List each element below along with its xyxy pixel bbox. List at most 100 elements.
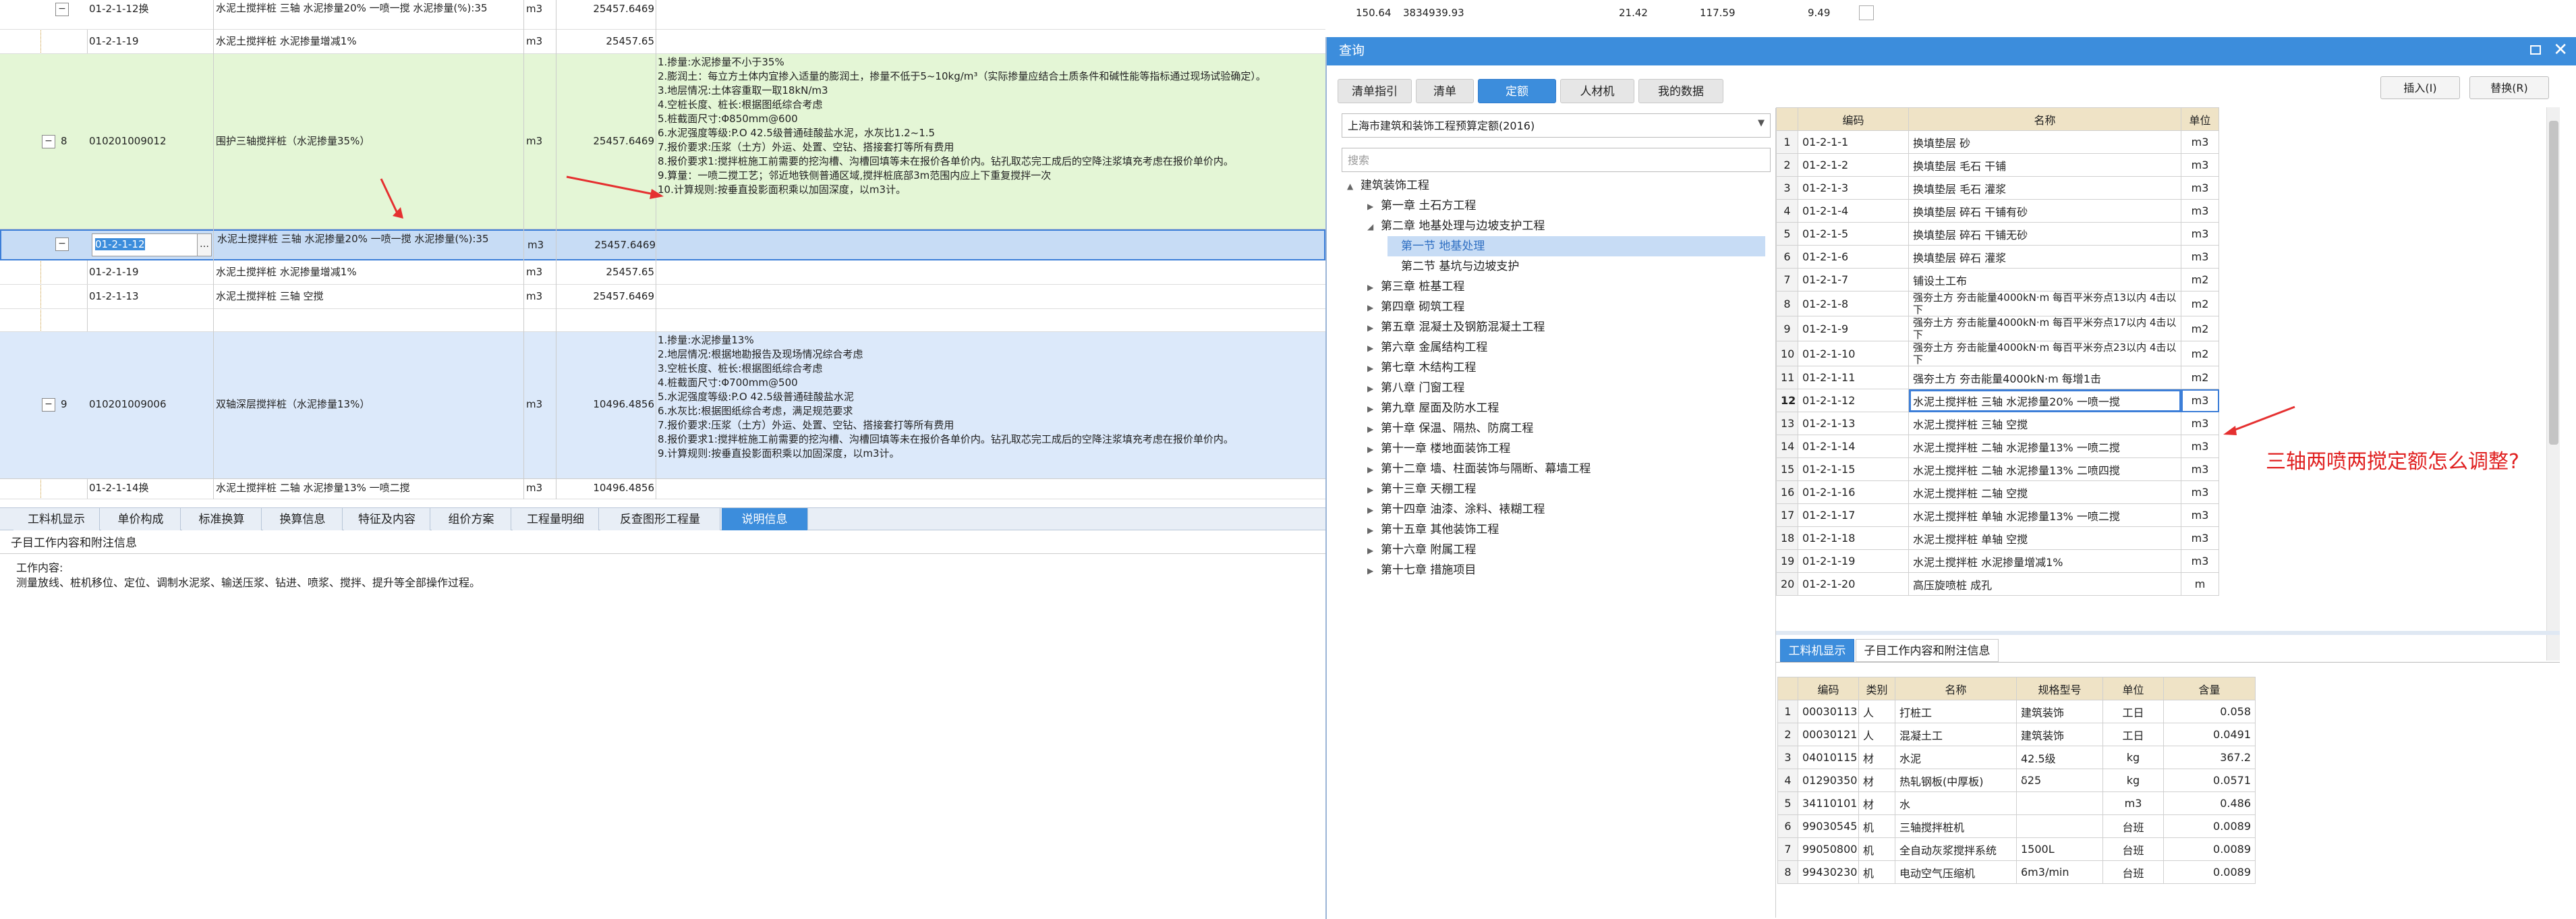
expand-icon[interactable]: ▶ — [1367, 338, 1381, 358]
tab-features[interactable]: 特征及内容 — [344, 508, 430, 531]
tab-labor-material[interactable]: 工料机显示 — [13, 508, 100, 531]
tree-item-ch9[interactable]: ▶ 第九章 屋面及防水工程 — [1367, 398, 1499, 419]
expand-icon[interactable]: ▶ — [1367, 460, 1381, 480]
res-header-qty[interactable]: 含量 — [2163, 677, 2256, 700]
tree-item-ch11[interactable]: ▶ 第十一章 楼地面装饰工程 — [1367, 439, 1510, 460]
expand-icon[interactable]: ▶ — [1367, 419, 1381, 439]
expand-icon[interactable]: ▶ — [1367, 379, 1381, 399]
quota-row[interactable]: 2 01-2-1-2 换填垫层 毛石 干铺 m3 — [1776, 153, 2219, 177]
resource-row[interactable]: 7 99050800 机全自动灰浆搅拌系统 1500L 台班 0.0089 — [1777, 837, 2256, 861]
resource-row[interactable]: 4 01290350 材热轧钢板(中厚板) δ25 kg 0.0571 — [1777, 769, 2256, 792]
expand-icon[interactable]: ▶ — [1367, 540, 1381, 561]
quota-row[interactable]: 9 01-2-1-9 强夯土方 夯击能量4000kN·m 每百平米夯点17以内 4击… — [1776, 316, 2219, 341]
quota-row[interactable]: 7 01-2-1-7 铺设土工布 m2 — [1776, 268, 2219, 291]
tree-item-sec1-selected[interactable]: 第一节 地基处理 — [1387, 236, 1765, 256]
res-header-code[interactable]: 编码 — [1798, 677, 1859, 700]
tree-item-ch8[interactable]: ▶ 第八章 门窗工程 — [1367, 378, 1464, 399]
checkbox[interactable] — [1859, 5, 1874, 20]
dialog-titlebar[interactable]: 查询 ✕ — [1327, 37, 2576, 65]
quota-row[interactable]: 14 01-2-1-14 水泥土搅拌桩 二轴 水泥掺量13% 一喷二搅 m3 — [1776, 435, 2219, 458]
table-row[interactable]: 01-2-1-14换 水泥土搅拌桩 二轴 水泥掺量13% 一喷二搅 m3 104… — [0, 479, 1325, 499]
tab-list-guide[interactable]: 清单指引 — [1338, 79, 1412, 103]
grid-scrollbar[interactable] — [2546, 107, 2560, 661]
tree-item-ch16[interactable]: ▶ 第十六章 附属工程 — [1367, 540, 1476, 561]
expand-icon[interactable]: ◢ — [1367, 217, 1381, 237]
replace-button[interactable]: 替换(R) — [2469, 76, 2549, 99]
expand-icon[interactable]: ▶ — [1367, 439, 1381, 460]
tree-item-ch3[interactable]: ▶ 第三章 桩基工程 — [1367, 277, 1464, 298]
tab-resource-display[interactable]: 工料机显示 — [1780, 639, 1854, 662]
tree-item-ch14[interactable]: ▶ 第十四章 油漆、涂料、裱糊工程 — [1367, 499, 1545, 520]
tree-item-sec2[interactable]: 第二节 基坑与边坡支护 — [1387, 256, 1519, 277]
expand-icon[interactable]: ▶ — [1367, 358, 1381, 379]
quota-row[interactable]: 20 01-2-1-20 高压旋喷桩 成孔 m — [1776, 572, 2219, 596]
quota-row-selected[interactable]: 12 01-2-1-12 水泥土搅拌桩 三轴 水泥掺量20% 一喷一搅 m3 — [1776, 389, 2219, 412]
tree-item-ch5[interactable]: ▶ 第五章 混凝土及钢筋混凝土工程 — [1367, 317, 1545, 338]
res-header-type[interactable]: 类别 — [1858, 677, 1895, 700]
tree-item-ch2[interactable]: ◢ 第二章 地基处理与边坡支护工程 — [1367, 216, 1545, 237]
search-input[interactable]: 搜索 — [1342, 148, 1771, 172]
tab-standard-conversion[interactable]: 标准换算 — [182, 508, 262, 531]
resource-row[interactable]: 8 99430230 机电动空气压缩机 6m3/min 台班 0.0089 — [1777, 860, 2256, 884]
tree-item-root[interactable]: ▲ 建筑装饰工程 — [1347, 175, 1429, 196]
resource-row[interactable]: 3 04010115 材水泥 42.5级 kg 367.2 — [1777, 746, 2256, 769]
tree-item-ch4[interactable]: ▶ 第四章 砌筑工程 — [1367, 297, 1464, 318]
quota-row[interactable]: 11 01-2-1-11 强夯土方 夯击能量4000kN·m 每增1击 m2 — [1776, 366, 2219, 389]
quota-row[interactable]: 8 01-2-1-8 强夯土方 夯击能量4000kN·m 每百平米夯点13以内 4击… — [1776, 291, 2219, 316]
expand-icon[interactable]: ▶ — [1367, 298, 1381, 318]
maximize-icon[interactable] — [2530, 45, 2541, 55]
expand-icon[interactable]: ▶ — [1367, 318, 1381, 338]
expand-icon[interactable]: ▶ — [1367, 480, 1381, 500]
quota-row[interactable]: 4 01-2-1-4 换填垫层 碎石 干铺有砂 m3 — [1776, 199, 2219, 223]
expand-icon[interactable]: ▶ — [1367, 500, 1381, 520]
tree-item-ch15[interactable]: ▶ 第十五章 其他装饰工程 — [1367, 520, 1499, 540]
tree-item-ch12[interactable]: ▶ 第十二章 墙、柱面装饰与隔断、幕墙工程 — [1367, 459, 1591, 480]
quota-row[interactable]: 17 01-2-1-17 水泥土搅拌桩 单轴 水泥掺量13% 一喷二搅 m3 — [1776, 503, 2219, 527]
quota-row[interactable]: 3 01-2-1-3 换填垫层 毛石 灌浆 m3 — [1776, 176, 2219, 200]
grid-header-name[interactable]: 名称 — [1908, 107, 2181, 131]
tab-quantity-detail[interactable]: 工程量明细 — [513, 508, 599, 531]
quota-row[interactable]: 16 01-2-1-16 水泥土搅拌桩 二轴 空搅 m3 — [1776, 480, 2219, 504]
resource-row[interactable]: 1 00030113 人打桩工 建筑装饰 工日 0.058 — [1777, 700, 2256, 723]
tab-pricing-scheme[interactable]: 组价方案 — [432, 508, 511, 531]
tab-labor-machine[interactable]: 人材机 — [1560, 79, 1634, 103]
tab-reverse-check[interactable]: 反查图形工程量 — [600, 508, 720, 531]
expand-icon[interactable]: ▲ — [1347, 176, 1361, 196]
expand-icon[interactable]: ▶ — [1367, 561, 1381, 581]
table-row[interactable]: − 9 010201009006 双轴深层搅拌桩（水泥掺量13%） m3 104… — [0, 332, 1325, 479]
collapse-icon[interactable]: − — [42, 398, 55, 412]
expand-icon[interactable]: ▶ — [1367, 277, 1381, 298]
table-row[interactable]: 01-2-1-13 水泥土搅拌桩 三轴 空搅 m3 25457.6469 — [0, 285, 1325, 309]
grid-header-code[interactable]: 编码 — [1798, 107, 1909, 131]
quota-row[interactable]: 1 01-2-1-1 换填垫层 砂 m3 — [1776, 130, 2219, 154]
quota-row[interactable]: 5 01-2-1-5 换填垫层 碎石 干铺无砂 m3 — [1776, 222, 2219, 246]
tab-my-data[interactable]: 我的数据 — [1638, 79, 1723, 103]
res-header-spec[interactable]: 规格型号 — [2016, 677, 2103, 700]
quota-row[interactable]: 18 01-2-1-18 水泥土搅拌桩 单轴 空搅 m3 — [1776, 526, 2219, 550]
resource-row[interactable]: 6 99030545 机三轴搅拌桩机 台班 0.0089 — [1777, 814, 2256, 838]
tree-item-ch7[interactable]: ▶ 第七章 木结构工程 — [1367, 358, 1476, 379]
quota-row[interactable]: 6 01-2-1-6 换填垫层 碎石 灌浆 m3 — [1776, 245, 2219, 269]
res-header-name[interactable]: 名称 — [1895, 677, 2017, 700]
tab-unit-price[interactable]: 单价构成 — [101, 508, 181, 531]
panel-splitter[interactable] — [1776, 631, 2560, 635]
tab-description[interactable]: 说明信息 — [722, 508, 808, 531]
library-select[interactable]: 上海市建筑和装饰工程预算定额(2016) ▼ — [1342, 113, 1771, 138]
resource-row[interactable]: 2 00030121 人混凝土工 建筑装饰 工日 0.0491 — [1777, 723, 2256, 746]
quota-row[interactable]: 13 01-2-1-13 水泥土搅拌桩 三轴 空搅 m3 — [1776, 412, 2219, 435]
resource-row[interactable]: 5 34110101 材水 m3 0.486 — [1777, 791, 2256, 815]
tree-item-ch1[interactable]: ▶ 第一章 土石方工程 — [1367, 196, 1476, 217]
tab-list[interactable]: 清单 — [1416, 79, 1474, 103]
quota-row[interactable]: 19 01-2-1-19 水泥土搅拌桩 水泥掺量增减1% m3 — [1776, 549, 2219, 573]
quota-row[interactable]: 15 01-2-1-15 水泥土搅拌桩 二轴 水泥掺量13% 二喷四搅 m3 — [1776, 457, 2219, 481]
grid-header-unit[interactable]: 单位 — [2181, 107, 2219, 131]
tree-item-ch13[interactable]: ▶ 第十三章 天棚工程 — [1367, 479, 1476, 500]
close-icon[interactable]: ✕ — [2553, 40, 2568, 60]
tree-item-ch17[interactable]: ▶ 第十七章 措施项目 — [1367, 560, 1476, 581]
expand-icon[interactable]: ▶ — [1367, 520, 1381, 540]
tab-work-content[interactable]: 子目工作内容和附注信息 — [1856, 639, 1999, 662]
expand-icon[interactable]: ▶ — [1367, 196, 1381, 217]
expand-icon[interactable]: ▶ — [1367, 399, 1381, 419]
quota-row[interactable]: 10 01-2-1-10 强夯土方 夯击能量4000kN·m 每百平米夯点23以内 … — [1776, 341, 2219, 366]
tab-quota[interactable]: 定额 — [1478, 79, 1556, 103]
